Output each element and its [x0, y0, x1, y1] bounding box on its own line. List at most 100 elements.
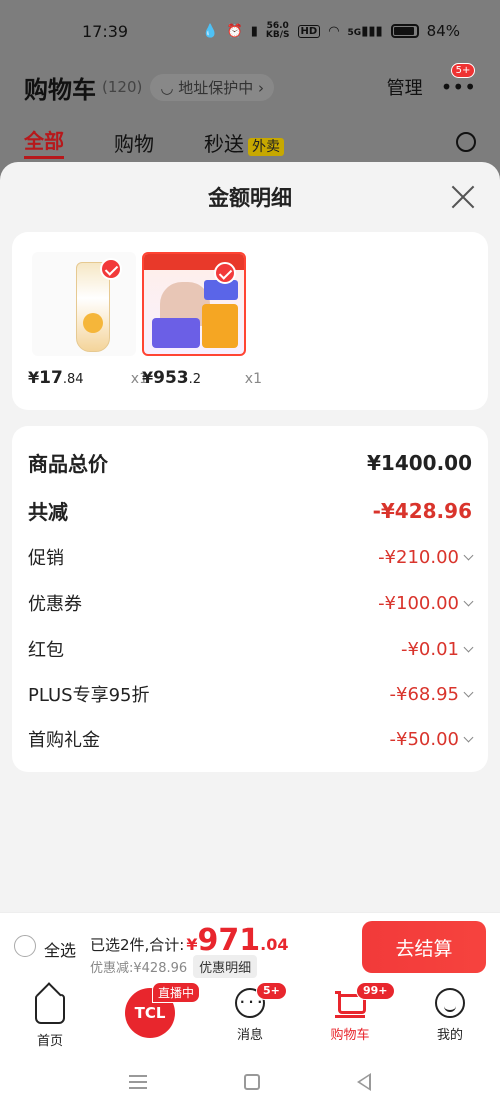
manage-button[interactable]: 管理	[387, 74, 423, 100]
breakdown-value: -¥50.00	[389, 728, 459, 750]
shield-icon: ◡	[160, 78, 179, 97]
chevron-down-icon[interactable]	[463, 687, 474, 697]
breakdown-value: -¥68.95	[389, 683, 459, 705]
product-item[interactable]	[32, 252, 142, 356]
alarm-icon: ⏰	[226, 23, 243, 39]
live-badge: 直播中	[152, 982, 200, 1003]
nav-messages[interactable]: 5+ 消息	[200, 982, 300, 1052]
tab-shopping[interactable]: 购物	[114, 128, 154, 157]
price-integer: 17	[39, 368, 63, 388]
breakdown-label: 首购礼金	[28, 730, 100, 751]
net-speed: 56.0 KB/S	[266, 22, 290, 40]
system-nav	[0, 1052, 500, 1111]
message-badge: 5+	[256, 982, 287, 1000]
battery-percent: 84%	[426, 22, 460, 40]
select-all-radio[interactable]	[14, 935, 36, 957]
more-icon: •••	[440, 75, 476, 99]
address-protect-pill[interactable]: ◡ 地址保护中 ›	[150, 73, 274, 101]
price-integer: 953	[153, 368, 189, 388]
breakdown-row-redpacket[interactable]: 红包 -¥0.01	[28, 636, 474, 662]
total-summary: 已选2件,合计: ¥ 971 .04	[90, 923, 288, 958]
price-currency: ¥	[28, 368, 40, 387]
battery-icon	[390, 24, 419, 38]
check-icon[interactable]	[214, 262, 236, 284]
drop-icon: 💧	[202, 23, 219, 39]
checkout-bar: 全选 已选2件,合计: ¥ 971 .04 优惠减:¥428.96 优惠明细 去…	[0, 912, 500, 982]
breakdown-label: 商品总价	[28, 452, 108, 476]
nav-home[interactable]: 首页	[0, 982, 100, 1052]
breakdown-row-plus[interactable]: PLUS专享95折 -¥68.95	[28, 681, 474, 707]
breakdown-row-total: 商品总价 ¥1400.00	[28, 448, 472, 477]
nav-live[interactable]: TCL 直播中	[100, 982, 200, 1052]
breakdown-label: 共减	[28, 500, 68, 524]
select-all-label[interactable]: 全选	[44, 937, 76, 961]
status-time: 17:39	[82, 21, 129, 41]
more-badge: 5+	[450, 63, 476, 78]
vibrate-icon: ▮	[250, 23, 258, 39]
net-speed-unit: KB/S	[265, 30, 290, 40]
checkout-button[interactable]: 去结算	[362, 921, 486, 973]
home-square-icon[interactable]	[243, 1073, 260, 1090]
price-currency: ¥	[142, 368, 154, 387]
product-item[interactable]	[142, 252, 252, 356]
product-card: ¥ 17 .84 x1 ¥ 953 .2 x1	[12, 232, 488, 410]
page-title: 购物车	[24, 75, 96, 104]
breakdown-value: -¥428.96	[372, 498, 472, 523]
product-qty: x1	[244, 371, 262, 387]
tab-flash[interactable]: 秒送 外卖	[204, 128, 284, 157]
nav-cart[interactable]: 99+ 购物车	[300, 982, 400, 1052]
home-icon	[35, 994, 65, 1024]
discount-summary: 优惠减:¥428.96 优惠明细	[90, 955, 258, 978]
chevron-down-icon[interactable]	[463, 732, 474, 742]
breakdown-value: -¥100.00	[378, 592, 459, 614]
price-decimal: .84	[62, 372, 84, 387]
total-decimal: .04	[260, 935, 289, 954]
nav-label: 购物车	[330, 1028, 370, 1043]
breakdown-row-promotion[interactable]: 促销 -¥210.00	[28, 544, 474, 570]
chevron-down-icon[interactable]	[463, 550, 474, 560]
close-icon[interactable]	[450, 184, 476, 210]
breakdown-value: -¥210.00	[378, 546, 459, 568]
address-protect-label: 地址保护中	[178, 78, 254, 97]
discount-text: 优惠减:¥428.96	[90, 961, 188, 976]
status-bar: 17:39 💧 ⏰ ▮ 56.0 KB/S HD ◠ 5G▮▮▮ 84%	[0, 0, 500, 62]
amount-detail-sheet: 金额明细 ¥ 17 .84 x1 ¥ 953 .2 x1 商品总价 ¥1400.…	[0, 162, 500, 912]
breakdown-row-coupon[interactable]: 优惠券 -¥100.00	[28, 590, 474, 616]
total-integer: 971	[197, 923, 261, 958]
nav-label: 我的	[436, 1028, 463, 1043]
breakdown-label: 促销	[28, 548, 64, 569]
selected-count-text: 已选2件,合计:	[90, 936, 185, 954]
breakdown-row-reduction: 共减 -¥428.96	[28, 496, 472, 525]
check-icon[interactable]	[100, 258, 122, 280]
more-button[interactable]: ••• 5+	[440, 63, 476, 99]
product-price: ¥ 953 .2 x1	[142, 368, 262, 388]
price-breakdown-card: 商品总价 ¥1400.00 共减 -¥428.96 促销 -¥210.00 优惠…	[12, 426, 488, 772]
nav-label: 消息	[236, 1028, 263, 1043]
tab-all[interactable]: 全部	[24, 125, 64, 159]
chevron-down-icon[interactable]	[463, 642, 474, 652]
price-decimal: .2	[188, 372, 202, 387]
signal-label: 5G	[347, 27, 362, 38]
breakdown-value: -¥0.01	[400, 638, 459, 660]
nav-label: 首页	[36, 1034, 63, 1049]
chevron-down-icon[interactable]	[463, 596, 474, 606]
product-price: ¥ 17 .84 x1	[28, 368, 148, 388]
discount-detail-button[interactable]: 优惠明细	[193, 955, 258, 978]
bottom-nav: 首页 TCL 直播中 5+ 消息 99+ 购物车 我的	[0, 982, 500, 1052]
cart-tabs: 全部 购物 秒送 外卖	[0, 122, 500, 162]
profile-icon	[435, 988, 465, 1018]
sheet-title: 金额明细	[208, 186, 292, 210]
tab-flash-label: 秒送	[204, 131, 244, 156]
breakdown-row-first-gift[interactable]: 首购礼金 -¥50.00	[28, 726, 474, 752]
search-icon[interactable]	[456, 132, 476, 152]
signal-icon: 5G▮▮▮	[347, 23, 383, 39]
hd-icon: HD	[297, 24, 321, 38]
cart-badge: 99+	[356, 982, 395, 1000]
back-icon[interactable]	[357, 1072, 372, 1091]
menu-icon[interactable]	[128, 1074, 147, 1089]
nav-profile[interactable]: 我的	[400, 982, 500, 1052]
breakdown-label: PLUS专享95折	[28, 685, 150, 706]
breakdown-label: 红包	[28, 640, 64, 661]
takeout-tag: 外卖	[248, 137, 284, 156]
breakdown-label: 优惠券	[28, 594, 82, 615]
